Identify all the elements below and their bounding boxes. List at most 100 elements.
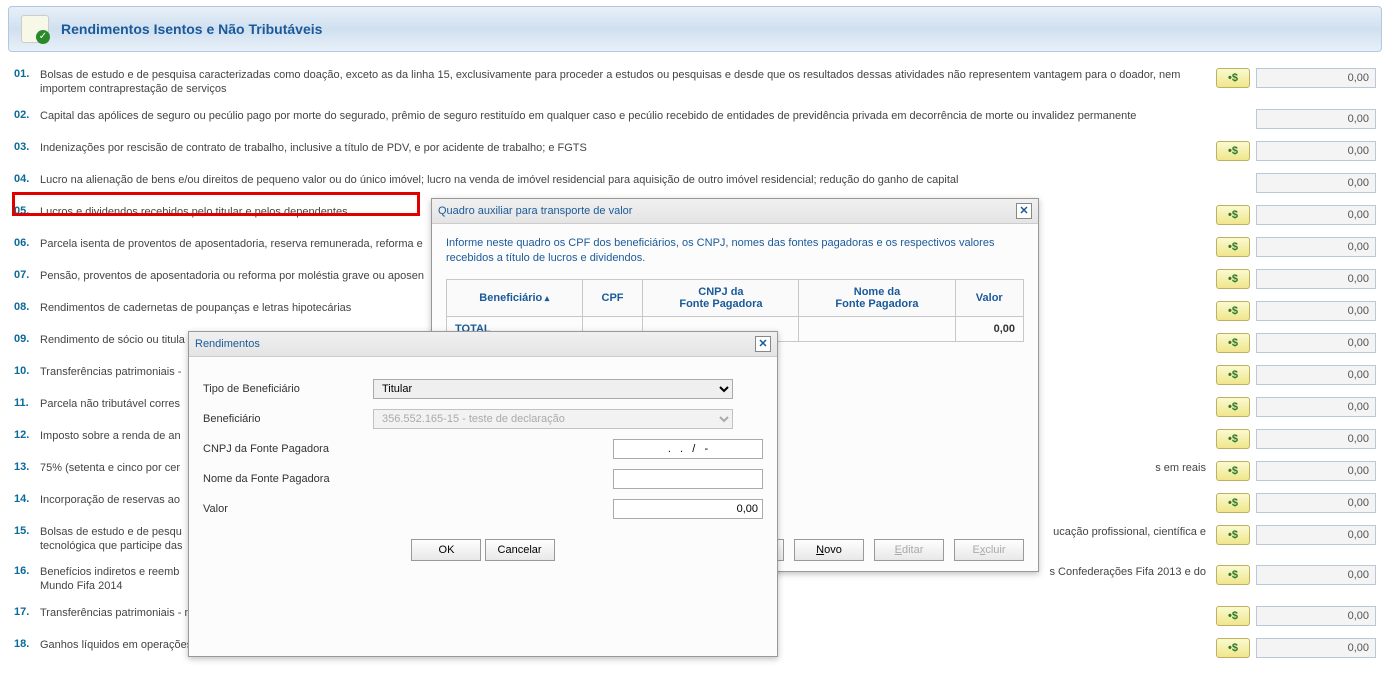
dialog-info-text: Informe neste quadro os CPF dos benefici…: [446, 236, 1024, 267]
valor-input[interactable]: [613, 499, 763, 519]
value-display: 0,00: [1256, 237, 1376, 257]
row-actions: •$ 0,00: [1216, 205, 1376, 225]
value-display: 0,00: [1256, 606, 1376, 626]
main-content: Quadro auxiliar para transporte de valor…: [0, 62, 1390, 664]
income-row: 04.Lucro na alienação de bens e/ou direi…: [14, 167, 1376, 199]
row-actions: •$ 0,00: [1216, 301, 1376, 321]
row-number: 08.: [14, 301, 40, 313]
value-display: 0,00: [1256, 638, 1376, 658]
row-actions: •$ 0,00: [1216, 565, 1376, 585]
dialog-title: Quadro auxiliar para transporte de valor: [438, 205, 632, 217]
money-icon[interactable]: •$: [1216, 638, 1250, 658]
row-number: 15.: [14, 525, 40, 537]
money-icon[interactable]: •$: [1216, 205, 1250, 225]
row-actions: •$ 0,00: [1216, 141, 1376, 161]
money-icon[interactable]: •$: [1216, 141, 1250, 161]
row-number: 18.: [14, 638, 40, 650]
dialog-title: Rendimentos: [195, 338, 260, 350]
row-number: 07.: [14, 269, 40, 281]
dialog-titlebar: Rendimentos ✕: [189, 332, 777, 357]
value-display: 0,00: [1256, 301, 1376, 321]
row-actions: 0,00: [1256, 109, 1376, 129]
money-icon[interactable]: •$: [1216, 565, 1250, 585]
value-display: 0,00: [1256, 525, 1376, 545]
value-display: 0,00: [1256, 493, 1376, 513]
money-icon[interactable]: •$: [1216, 237, 1250, 257]
money-icon[interactable]: •$: [1216, 301, 1250, 321]
document-check-icon: [21, 15, 49, 43]
row-number: 14.: [14, 493, 40, 505]
beneficiario-label: Beneficiário: [203, 413, 373, 425]
money-icon[interactable]: •$: [1216, 397, 1250, 417]
row-actions: •$ 0,00: [1216, 493, 1376, 513]
total-value: 0,00: [955, 316, 1023, 341]
row-actions: •$ 0,00: [1216, 68, 1376, 88]
dialog-titlebar: Quadro auxiliar para transporte de valor…: [432, 199, 1038, 224]
value-display: 0,00: [1256, 333, 1376, 353]
row-actions: •$0,00: [1216, 397, 1376, 417]
close-icon[interactable]: ✕: [755, 336, 771, 352]
income-row: 01.Bolsas de estudo e de pesquisa caract…: [14, 62, 1376, 103]
money-icon[interactable]: •$: [1216, 606, 1250, 626]
row-actions: •$0,00: [1216, 365, 1376, 385]
row-actions: •$ 0,00: [1216, 525, 1376, 545]
nome-input[interactable]: [613, 469, 763, 489]
novo-button[interactable]: Novo: [794, 539, 864, 561]
row-actions: •$ 0,00: [1216, 638, 1376, 658]
row-number: 09.: [14, 333, 40, 345]
row-actions: •$ 0,00: [1216, 269, 1376, 289]
money-icon[interactable]: •$: [1216, 365, 1250, 385]
tipo-label: Tipo de Beneficiário: [203, 383, 373, 395]
row-actions: •$ 0,00: [1216, 461, 1376, 481]
page-header: Rendimentos Isentos e Não Tributáveis: [8, 6, 1382, 52]
money-icon[interactable]: •$: [1216, 269, 1250, 289]
row-number: 17.: [14, 606, 40, 618]
beneficiario-select: 356.552.165-15 - teste de declaração: [373, 409, 733, 429]
row-number: 04.: [14, 173, 40, 185]
value-display: 0,00: [1256, 429, 1376, 449]
dialog-rendimentos: Rendimentos ✕ Tipo de Beneficiário Titul…: [188, 331, 778, 657]
column-header[interactable]: Nome daFonte Pagadora: [799, 279, 955, 316]
value-display: 0,00: [1256, 269, 1376, 289]
column-header[interactable]: Valor: [955, 279, 1023, 316]
row-description: Bolsas de estudo e de pesquisa caracteri…: [40, 68, 1216, 97]
row-number: 02.: [14, 109, 40, 121]
column-header[interactable]: CNPJ daFonte Pagadora: [643, 279, 799, 316]
value-display: 0,00: [1256, 173, 1376, 193]
value-display: 0,00: [1256, 141, 1376, 161]
cancelar-button[interactable]: Cancelar: [485, 539, 555, 561]
row-number: 01.: [14, 68, 40, 80]
row-description: Lucro na alienação de bens e/ou direitos…: [40, 173, 1256, 187]
value-display: 0,00: [1256, 109, 1376, 129]
money-icon[interactable]: •$: [1216, 333, 1250, 353]
valor-label: Valor: [203, 503, 373, 515]
cnpj-label: CNPJ da Fonte Pagadora: [203, 443, 373, 455]
row-number: 11.: [14, 397, 40, 409]
value-display: 0,00: [1256, 461, 1376, 481]
column-header[interactable]: Beneficiário: [447, 279, 583, 316]
ok-button[interactable]: OK: [411, 539, 481, 561]
cnpj-input[interactable]: [613, 439, 763, 459]
column-header[interactable]: CPF: [582, 279, 643, 316]
row-number: 10.: [14, 365, 40, 377]
row-actions: •$ 0,00: [1216, 429, 1376, 449]
value-display: 0,00: [1256, 565, 1376, 585]
income-row: 02.Capital das apólices de seguro ou pec…: [14, 103, 1376, 135]
close-icon[interactable]: ✕: [1016, 203, 1032, 219]
tipo-select[interactable]: Titular: [373, 379, 733, 399]
row-actions: •$ 0,00: [1216, 333, 1376, 353]
value-display: 0,00: [1256, 68, 1376, 88]
money-icon[interactable]: •$: [1216, 68, 1250, 88]
value-display: 0,00: [1256, 205, 1376, 225]
money-icon[interactable]: •$: [1216, 525, 1250, 545]
money-icon[interactable]: •$: [1216, 429, 1250, 449]
row-number: 16.: [14, 565, 40, 577]
money-icon[interactable]: •$: [1216, 493, 1250, 513]
money-icon[interactable]: •$: [1216, 461, 1250, 481]
row-actions: •$ 0,00: [1216, 237, 1376, 257]
editar-button[interactable]: Editar: [874, 539, 944, 561]
excluir-button[interactable]: Excluir: [954, 539, 1024, 561]
row-description: Capital das apólices de seguro ou pecúli…: [40, 109, 1256, 123]
row-number: 03.: [14, 141, 40, 153]
row-number: 13.: [14, 461, 40, 473]
